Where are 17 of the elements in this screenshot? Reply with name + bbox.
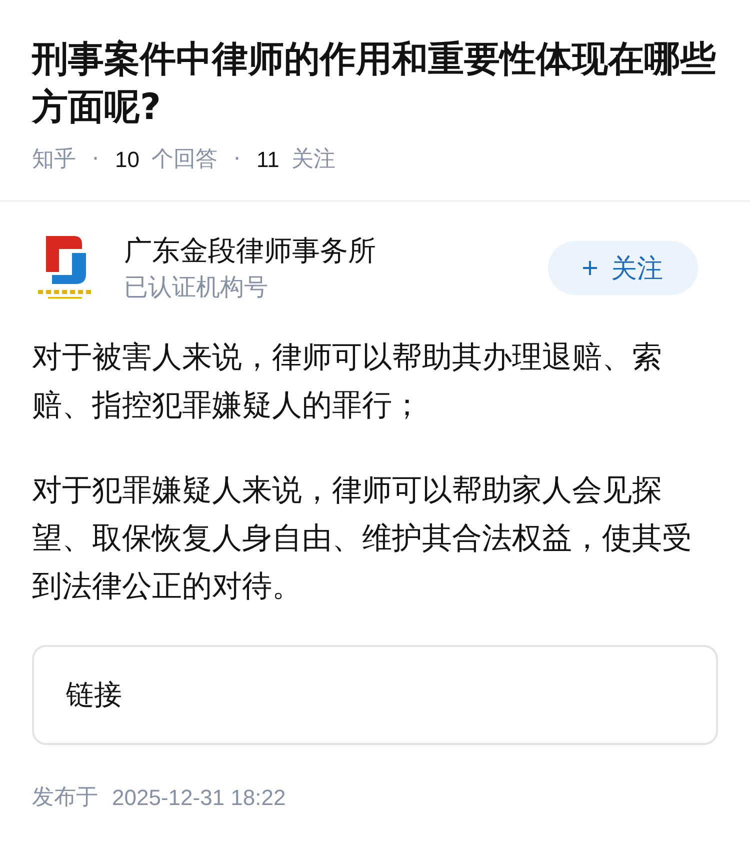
site-name: 知乎 [32,146,76,174]
count-number: 11 [256,146,280,174]
follow-button[interactable]: 关注 [548,241,698,295]
count-label: 关注 [291,146,336,174]
author-name[interactable]: 广东金段律师事务所 [124,232,548,270]
separator-dot: · [92,146,99,174]
publish-time: 2025-12-31 18:22 [112,784,286,812]
separator-dot: · [233,146,240,174]
question-title: 刑事案件中律师的作用和重要性体现在哪些方面呢? [32,38,717,130]
plus-icon [583,261,597,275]
answer-paragraph: 对于犯罪嫌疑人来说，律师可以帮助家人会见探望、取保恢复人身自由、维护其合法权益，使其受到法律公正的对待。 [32,472,693,606]
link-card[interactable]: 链接 [32,645,718,745]
count-label: 个回答 [151,146,218,174]
publish-label: 发布于 [32,784,98,812]
verified-label: 已认证机构号 [124,272,269,303]
count-number: 10 [115,146,140,174]
answer-paragraph: 对于被害人来说，律师可以帮助其办理退赔、索赔、指控犯罪嫌疑人的罪行； [32,339,663,425]
